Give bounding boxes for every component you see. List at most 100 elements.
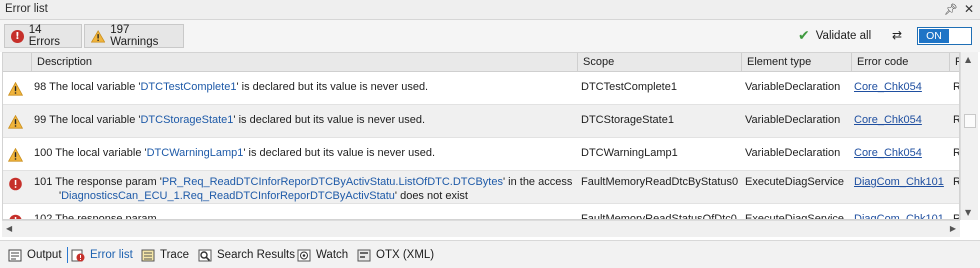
auto-validate-toggle[interactable]: ON [917,27,972,45]
vertical-scrollbar[interactable]: ▲ ▼ [960,52,978,220]
validate-all-label: Validate all [815,30,872,42]
element-type-cell-text: ExecuteDiagService [745,176,845,188]
description-text: ' is declared but its value is never use… [233,114,426,126]
row-number: 102 [34,213,53,220]
panel-titlebar: Error list 📌︎ ✕ [0,0,980,20]
error-code-link[interactable]: Core_Chk054 [854,147,946,159]
error-code-link[interactable]: DiagCom_Chk101 [854,176,946,188]
tab-watch[interactable]: Watch [297,246,348,264]
p-cell: R [953,176,959,188]
table-row[interactable]: 102 The response param FaultMemoryReadSta… [3,204,959,220]
p-cell-text: R [953,213,959,219]
error-code-link-text[interactable]: Core_Chk054 [854,81,922,93]
p-cell: R [953,114,959,126]
tab-trace-label: Trace [160,249,189,261]
panel-title: Error list [5,3,48,15]
header-p[interactable]: P [949,53,959,72]
tab-output-label: Output [27,249,62,261]
header-description[interactable]: Description [31,53,577,72]
close-icon[interactable]: ✕ [964,2,974,16]
scope-cell: DTCWarningLamp1 [581,147,739,159]
validate-all-button[interactable]: ✔ Validate all [798,28,871,44]
description-cell: 101 The response param 'PR_Req_ReadDTCIn… [34,176,574,188]
table-row[interactable]: 98 The local variable 'DTCTestComplete1'… [3,72,959,105]
description-cell: 102 The response param [34,213,574,220]
output-icon [8,249,22,261]
error-code-link-text[interactable]: Core_Chk054 [854,147,922,159]
element-type-cell: VariableDeclaration [745,81,849,93]
quoted-identifier: DiagnosticsCan_ECU_1.Req_ReadDTCInforRep… [61,190,395,202]
scope-cell: FaultMemoryReadDtcByStatus0 [581,176,739,188]
error-list-grid: Description Scope Element type Error cod… [2,52,960,220]
scope-cell: DTCStorageState1 [581,114,739,126]
tab-trace[interactable]: Trace [141,246,189,264]
scope-cell-text: FaultMemoryReadDtcByStatus0 [581,176,739,188]
p-cell: R [953,81,959,93]
error-code-link-text[interactable]: DiagCom_Chk101 [854,213,944,219]
element-type-cell-text: VariableDeclaration [745,147,841,159]
tab-search-results[interactable]: Search Results [198,246,295,264]
p-cell-text: R [953,147,959,159]
check-icon: ✔ [798,28,810,44]
row-number: 100 [34,147,53,159]
pin-icon[interactable]: 📌︎ [944,3,958,16]
p-cell: R [953,213,959,219]
error-list-icon [71,249,85,261]
description-cell: 98 The local variable 'DTCTestComplete1'… [34,81,574,93]
tab-otx-xml-label: OTX (XML) [376,249,435,261]
p-cell: R [953,147,959,159]
header-error-code[interactable]: Error code [851,53,949,72]
bottom-tab-bar: Output Error list Trace Search Results W… [0,240,980,268]
scroll-down-icon[interactable]: ▼ [965,208,971,217]
table-row[interactable]: 101 The response param 'PR_Req_ReadDTCIn… [3,171,959,204]
error-icon: ! [11,29,24,43]
table-row[interactable]: 99 The local variable 'DTCStorageState1'… [3,105,959,138]
element-type-cell: ExecuteDiagService [745,176,849,188]
grid-header: Description Scope Element type Error cod… [3,53,959,72]
watch-icon [297,249,311,261]
swap-arrows-icon[interactable]: ⇄ [892,28,902,42]
errors-filter-button[interactable]: ! 14 Errors [4,24,82,48]
warning-icon [8,82,23,96]
quoted-identifier: DTCTestComplete1 [140,81,237,93]
error-code-link[interactable]: Core_Chk054 [854,114,946,126]
toggle-on-label: ON [919,29,949,43]
tab-output[interactable]: Output [8,246,62,264]
row-number: 98 [34,81,47,93]
error-code-link-text[interactable]: DiagCom_Chk101 [854,176,944,188]
scope-cell: DTCTestComplete1 [581,81,739,93]
description-text: The response param [55,213,157,220]
scope-cell-text: FaultMemoryReadStatusOfDtc0 [581,213,737,220]
tab-error-list[interactable]: Error list [71,246,133,264]
header-element-type[interactable]: Element type [741,53,851,72]
scroll-left-icon[interactable]: ◀ [6,224,12,233]
quoted-identifier: DTCWarningLamp1 [146,147,244,159]
description-cell: 100 The local variable 'DTCWarningLamp1'… [34,147,574,159]
table-row[interactable]: 100 The local variable 'DTCWarningLamp1'… [3,138,959,171]
tab-search-results-label: Search Results [217,249,295,261]
warnings-filter-button[interactable]: 197 Warnings [84,24,184,48]
p-cell-text: R [953,176,959,188]
scroll-thumb[interactable] [964,114,976,128]
element-type-cell: ExecuteDiagService [745,213,849,219]
scroll-up-icon[interactable]: ▲ [965,55,971,64]
description-text: The local variable ' [49,114,141,126]
scope-cell-text: DTCWarningLamp1 [581,147,678,159]
active-tab-marker [67,247,68,263]
quoted-identifier: PR_Req_ReadDTCInforReporDTCByActivStatu.… [161,176,503,188]
error-code-link[interactable]: Core_Chk054 [854,81,946,93]
scroll-right-icon[interactable]: ▶ [950,224,956,233]
error-code-link-text[interactable]: Core_Chk054 [854,114,922,126]
warning-icon [8,148,23,162]
description-text: The local variable ' [49,81,141,93]
element-type-cell-text: VariableDeclaration [745,81,841,93]
error-code-link[interactable]: DiagCom_Chk101 [854,213,946,219]
description-text: The local variable ' [55,147,147,159]
error-list-toolbar: ! 14 Errors 197 Warnings ✔ Validate all … [0,20,980,52]
error-icon [9,177,22,191]
horizontal-scrollbar[interactable]: ◀ ▶ [2,220,960,237]
tab-otx-xml[interactable]: OTX (XML) [357,246,434,264]
trace-icon [141,249,155,261]
header-scope[interactable]: Scope [577,53,741,72]
warning-icon [91,29,106,43]
